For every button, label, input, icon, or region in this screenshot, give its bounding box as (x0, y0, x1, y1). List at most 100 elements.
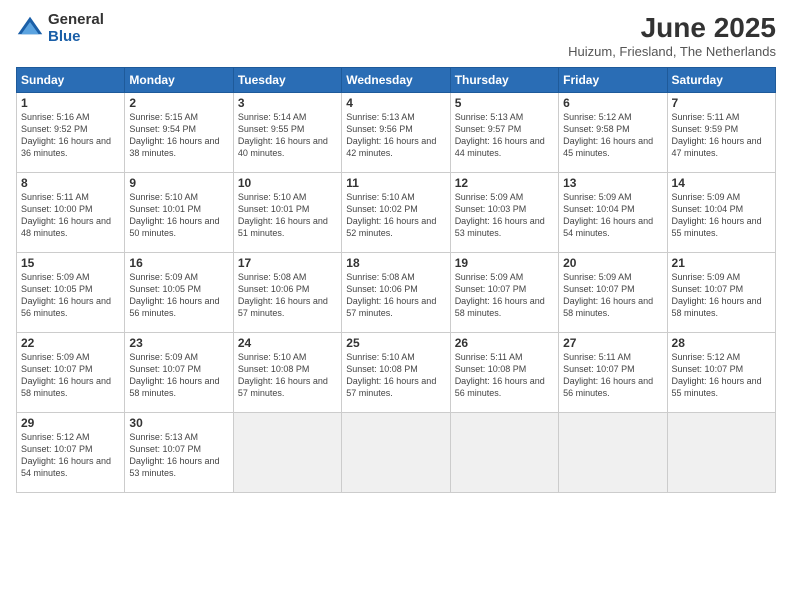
header-wednesday: Wednesday (342, 68, 450, 93)
logo: General Blue (16, 12, 104, 45)
weekday-header-row: Sunday Monday Tuesday Wednesday Thursday… (17, 68, 776, 93)
day-number: 15 (21, 256, 120, 270)
cell-info: Sunrise: 5:09 AMSunset: 10:04 PMDaylight… (563, 192, 653, 238)
day-number: 23 (129, 336, 228, 350)
table-row: 26 Sunrise: 5:11 AMSunset: 10:08 PMDayli… (450, 333, 558, 413)
month-title: June 2025 (568, 12, 776, 44)
header-sunday: Sunday (17, 68, 125, 93)
day-number: 9 (129, 176, 228, 190)
day-number: 14 (672, 176, 771, 190)
logo-text: General Blue (48, 12, 104, 45)
table-row: 17 Sunrise: 5:08 AMSunset: 10:06 PMDayli… (233, 253, 341, 333)
cell-info: Sunrise: 5:09 AMSunset: 10:07 PMDaylight… (563, 272, 653, 318)
cell-info: Sunrise: 5:09 AMSunset: 10:07 PMDaylight… (21, 352, 111, 398)
day-number: 30 (129, 416, 228, 430)
day-number: 22 (21, 336, 120, 350)
day-number: 10 (238, 176, 337, 190)
cell-info: Sunrise: 5:11 AMSunset: 10:08 PMDaylight… (455, 352, 545, 398)
day-number: 5 (455, 96, 554, 110)
day-number: 29 (21, 416, 120, 430)
day-number: 21 (672, 256, 771, 270)
day-number: 12 (455, 176, 554, 190)
cell-info: Sunrise: 5:11 AMSunset: 10:00 PMDaylight… (21, 192, 111, 238)
location-title: Huizum, Friesland, The Netherlands (568, 44, 776, 59)
cell-info: Sunrise: 5:10 AMSunset: 10:01 PMDaylight… (238, 192, 328, 238)
table-row: 25 Sunrise: 5:10 AMSunset: 10:08 PMDayli… (342, 333, 450, 413)
table-row: 20 Sunrise: 5:09 AMSunset: 10:07 PMDayli… (559, 253, 667, 333)
table-row: 5 Sunrise: 5:13 AMSunset: 9:57 PMDayligh… (450, 93, 558, 173)
cell-info: Sunrise: 5:11 AMSunset: 10:07 PMDaylight… (563, 352, 653, 398)
calendar-table: Sunday Monday Tuesday Wednesday Thursday… (16, 67, 776, 493)
cell-info: Sunrise: 5:10 AMSunset: 10:08 PMDaylight… (238, 352, 328, 398)
table-row (559, 413, 667, 493)
cell-info: Sunrise: 5:09 AMSunset: 10:07 PMDaylight… (129, 352, 219, 398)
day-number: 2 (129, 96, 228, 110)
header-saturday: Saturday (667, 68, 775, 93)
header-monday: Monday (125, 68, 233, 93)
page: General Blue June 2025 Huizum, Friesland… (0, 0, 792, 612)
day-number: 7 (672, 96, 771, 110)
table-row: 27 Sunrise: 5:11 AMSunset: 10:07 PMDayli… (559, 333, 667, 413)
calendar-week-row: 15 Sunrise: 5:09 AMSunset: 10:05 PMDayli… (17, 253, 776, 333)
cell-info: Sunrise: 5:09 AMSunset: 10:04 PMDaylight… (672, 192, 762, 238)
cell-info: Sunrise: 5:08 AMSunset: 10:06 PMDaylight… (238, 272, 328, 318)
table-row: 21 Sunrise: 5:09 AMSunset: 10:07 PMDayli… (667, 253, 775, 333)
table-row: 16 Sunrise: 5:09 AMSunset: 10:05 PMDayli… (125, 253, 233, 333)
table-row: 12 Sunrise: 5:09 AMSunset: 10:03 PMDayli… (450, 173, 558, 253)
table-row: 4 Sunrise: 5:13 AMSunset: 9:56 PMDayligh… (342, 93, 450, 173)
cell-info: Sunrise: 5:13 AMSunset: 10:07 PMDaylight… (129, 432, 219, 478)
day-number: 1 (21, 96, 120, 110)
calendar-week-row: 1 Sunrise: 5:16 AMSunset: 9:52 PMDayligh… (17, 93, 776, 173)
logo-icon (16, 15, 44, 43)
cell-info: Sunrise: 5:13 AMSunset: 9:56 PMDaylight:… (346, 112, 436, 158)
day-number: 20 (563, 256, 662, 270)
table-row: 19 Sunrise: 5:09 AMSunset: 10:07 PMDayli… (450, 253, 558, 333)
day-number: 3 (238, 96, 337, 110)
day-number: 6 (563, 96, 662, 110)
day-number: 8 (21, 176, 120, 190)
table-row (667, 413, 775, 493)
day-number: 4 (346, 96, 445, 110)
cell-info: Sunrise: 5:13 AMSunset: 9:57 PMDaylight:… (455, 112, 545, 158)
table-row: 30 Sunrise: 5:13 AMSunset: 10:07 PMDayli… (125, 413, 233, 493)
table-row: 9 Sunrise: 5:10 AMSunset: 10:01 PMDaylig… (125, 173, 233, 253)
cell-info: Sunrise: 5:10 AMSunset: 10:08 PMDaylight… (346, 352, 436, 398)
table-row: 28 Sunrise: 5:12 AMSunset: 10:07 PMDayli… (667, 333, 775, 413)
logo-general-label: General (48, 12, 104, 29)
cell-info: Sunrise: 5:10 AMSunset: 10:01 PMDaylight… (129, 192, 219, 238)
cell-info: Sunrise: 5:14 AMSunset: 9:55 PMDaylight:… (238, 112, 328, 158)
header-thursday: Thursday (450, 68, 558, 93)
cell-info: Sunrise: 5:12 AMSunset: 10:07 PMDaylight… (672, 352, 762, 398)
table-row: 14 Sunrise: 5:09 AMSunset: 10:04 PMDayli… (667, 173, 775, 253)
table-row: 29 Sunrise: 5:12 AMSunset: 10:07 PMDayli… (17, 413, 125, 493)
calendar-week-row: 29 Sunrise: 5:12 AMSunset: 10:07 PMDayli… (17, 413, 776, 493)
table-row: 24 Sunrise: 5:10 AMSunset: 10:08 PMDayli… (233, 333, 341, 413)
cell-info: Sunrise: 5:11 AMSunset: 9:59 PMDaylight:… (672, 112, 762, 158)
table-row (342, 413, 450, 493)
cell-info: Sunrise: 5:09 AMSunset: 10:07 PMDaylight… (455, 272, 545, 318)
cell-info: Sunrise: 5:10 AMSunset: 10:02 PMDaylight… (346, 192, 436, 238)
table-row: 11 Sunrise: 5:10 AMSunset: 10:02 PMDayli… (342, 173, 450, 253)
table-row (450, 413, 558, 493)
cell-info: Sunrise: 5:09 AMSunset: 10:05 PMDaylight… (21, 272, 111, 318)
day-number: 17 (238, 256, 337, 270)
cell-info: Sunrise: 5:15 AMSunset: 9:54 PMDaylight:… (129, 112, 219, 158)
day-number: 11 (346, 176, 445, 190)
cell-info: Sunrise: 5:16 AMSunset: 9:52 PMDaylight:… (21, 112, 111, 158)
header: General Blue June 2025 Huizum, Friesland… (16, 12, 776, 59)
table-row: 1 Sunrise: 5:16 AMSunset: 9:52 PMDayligh… (17, 93, 125, 173)
cell-info: Sunrise: 5:12 AMSunset: 9:58 PMDaylight:… (563, 112, 653, 158)
table-row: 8 Sunrise: 5:11 AMSunset: 10:00 PMDaylig… (17, 173, 125, 253)
table-row: 3 Sunrise: 5:14 AMSunset: 9:55 PMDayligh… (233, 93, 341, 173)
title-block: June 2025 Huizum, Friesland, The Netherl… (568, 12, 776, 59)
cell-info: Sunrise: 5:09 AMSunset: 10:03 PMDaylight… (455, 192, 545, 238)
logo-blue-label: Blue (48, 29, 104, 46)
day-number: 26 (455, 336, 554, 350)
table-row (233, 413, 341, 493)
table-row: 2 Sunrise: 5:15 AMSunset: 9:54 PMDayligh… (125, 93, 233, 173)
cell-info: Sunrise: 5:08 AMSunset: 10:06 PMDaylight… (346, 272, 436, 318)
day-number: 18 (346, 256, 445, 270)
table-row: 7 Sunrise: 5:11 AMSunset: 9:59 PMDayligh… (667, 93, 775, 173)
table-row: 13 Sunrise: 5:09 AMSunset: 10:04 PMDayli… (559, 173, 667, 253)
day-number: 13 (563, 176, 662, 190)
